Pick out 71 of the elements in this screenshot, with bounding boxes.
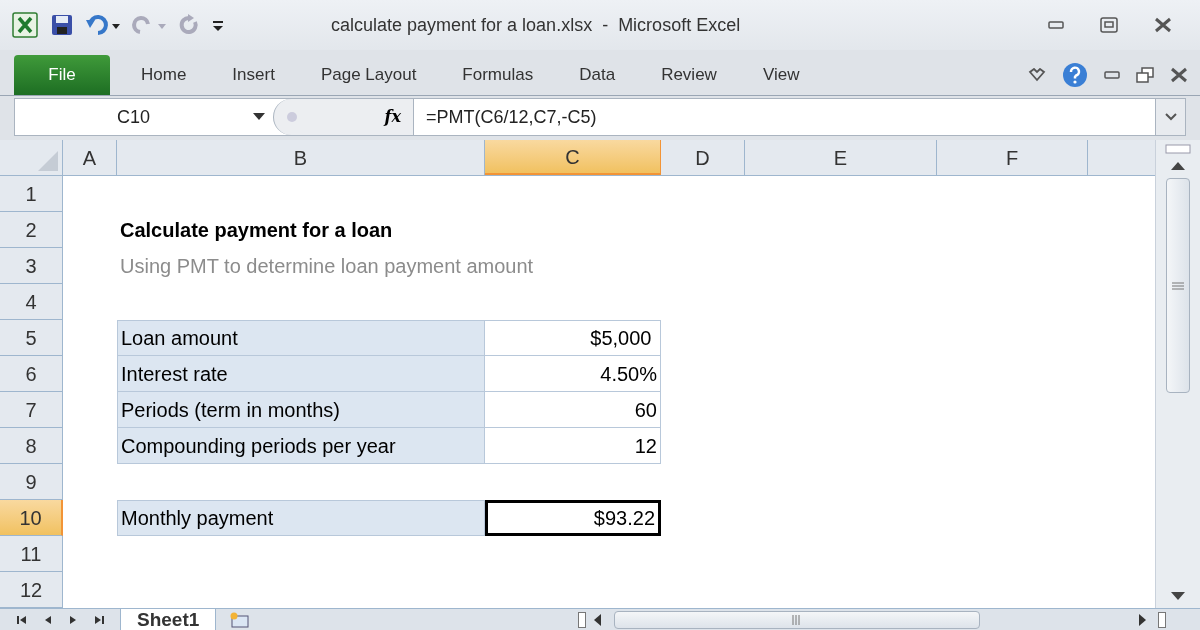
next-sheet-icon[interactable] [68,614,77,625]
value-cell[interactable]: $5,000 [485,320,661,356]
value-cell[interactable]: 60 [485,392,661,428]
ribbon-tab[interactable]: Formulas [439,55,557,95]
close-icon[interactable] [1170,67,1188,83]
last-sheet-icon[interactable] [93,614,104,625]
column-header[interactable]: C [485,140,661,175]
value-cell[interactable]: 4.50% [485,356,661,392]
split-handle[interactable] [578,611,587,628]
close-icon[interactable] [1154,17,1172,33]
window-title: calculate payment for a loan.xlsx - Microsoft Excel [331,13,741,37]
row-header[interactable]: 7 [0,392,63,428]
row-header[interactable]: 8 [0,428,63,464]
label-cell[interactable]: Interest rate [117,356,485,392]
scroll-down-icon[interactable] [1171,592,1185,600]
sheet-subtitle: Using PMT to determine loan payment amount [120,254,534,279]
row-header[interactable]: 9 [0,464,63,500]
ribbon-tab[interactable]: Home [118,55,210,95]
heart-icon[interactable] [1028,68,1046,82]
dropdown-caret-icon[interactable] [253,113,265,121]
ribbon-tab[interactable]: Data [556,55,639,95]
scroll-left-icon[interactable] [594,613,603,626]
customize-toolbar-icon[interactable] [212,18,224,32]
label-cell[interactable]: Compounding periods per year [117,428,485,464]
sheet-tab[interactable]: Sheet1 [120,608,217,630]
file-tab[interactable]: File [14,55,110,95]
row-header[interactable]: 5 [0,320,63,356]
scrollbar-thumb[interactable] [1166,178,1190,393]
previous-sheet-icon[interactable] [43,614,52,625]
horizontal-scrollbar-thumb[interactable] [614,610,981,629]
ribbon-tab[interactable]: View [739,55,823,95]
grip-icon [1172,281,1184,290]
split-handle-icon[interactable] [1165,144,1191,154]
ribbon-tab[interactable]: Page Layout [297,55,440,95]
scroll-up-icon[interactable] [1171,162,1185,170]
undo-icon[interactable] [86,14,120,36]
ribbon-tab[interactable]: Review [638,55,740,95]
label-cell[interactable]: Periods (term in months) [117,392,485,428]
row-header[interactable]: 12 [0,572,63,608]
grip-icon [792,614,803,625]
column-header[interactable]: E [745,140,937,175]
row-header[interactable]: 3 [0,248,63,284]
name-box[interactable]: C10 [117,103,151,131]
expand-caret-icon[interactable] [1164,113,1177,121]
ribbon-tab[interactable]: Insert [209,55,298,95]
restore-icon[interactable] [1136,67,1154,83]
minimize-icon[interactable] [1104,71,1120,79]
insert-function-button[interactable]: fx [384,105,401,129]
row-header[interactable]: 11 [0,536,63,572]
first-sheet-icon[interactable] [16,614,27,625]
row-header[interactable]: 2 [0,212,63,248]
value-cell[interactable]: 12 [485,428,661,464]
value-cell[interactable]: $93.22 [485,500,661,536]
split-handle[interactable] [1158,611,1166,628]
maximize-icon[interactable] [1100,17,1118,33]
row-header[interactable]: 6 [0,356,63,392]
column-header[interactable]: D [661,140,745,175]
row-header[interactable]: 10 [0,500,63,536]
spreadsheet-logo-icon [12,12,38,38]
splitter-handle-icon[interactable] [286,111,298,123]
column-header[interactable]: A [63,140,117,175]
label-cell[interactable]: Monthly payment [117,500,485,536]
row-header[interactable]: 1 [0,176,63,212]
save-icon[interactable] [50,13,74,37]
help-icon[interactable] [1062,62,1088,88]
label-cell[interactable]: Loan amount [117,320,485,356]
column-header[interactable]: F [937,140,1088,175]
row-header[interactable]: 4 [0,284,63,320]
minimize-icon[interactable] [1048,21,1064,29]
sheet-title: Calculate payment for a loan [120,218,393,243]
scroll-right-icon[interactable] [1138,613,1146,626]
